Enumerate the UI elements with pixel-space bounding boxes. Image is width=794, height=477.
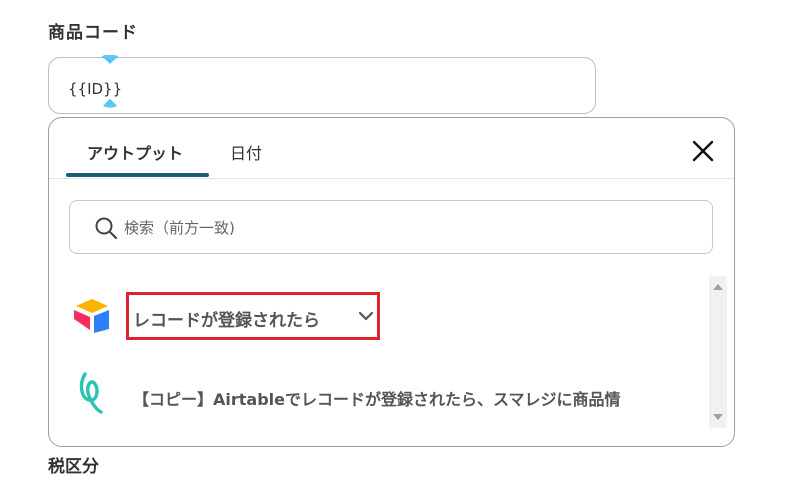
close-icon[interactable] [690, 138, 716, 164]
scroll-down-icon[interactable] [713, 414, 723, 420]
product-code-value: {{ID}} [68, 80, 123, 98]
active-tab-indicator [66, 173, 209, 177]
flow-label: 【コピー】Airtableでレコードが登録されたら、スマレジに商品情 [133, 390, 621, 409]
search-icon [95, 217, 118, 240]
scroll-up-icon[interactable] [713, 284, 723, 290]
cursor-handle-bottom-icon[interactable] [101, 98, 119, 108]
yoom-logo-icon [79, 372, 103, 414]
tab-output[interactable]: アウトプット [87, 140, 183, 164]
scrollbar[interactable] [709, 276, 727, 428]
tab-date[interactable]: 日付 [230, 140, 262, 164]
tab-bar: アウトプット 日付 [49, 118, 734, 179]
search-input[interactable] [122, 201, 686, 255]
chevron-down-icon[interactable] [358, 310, 374, 322]
product-code-label: 商品コード [48, 23, 138, 43]
tax-category-label: 税区分 [48, 457, 99, 477]
product-code-input[interactable]: {{ID}} [48, 55, 596, 114]
output-picker-panel: アウトプット 日付 レコードが登録されたら [48, 117, 735, 447]
trigger-item[interactable]: レコードが登録されたら [49, 276, 709, 356]
airtable-logo-icon [74, 299, 109, 333]
trigger-label: レコードが登録されたら [133, 311, 320, 331]
cursor-handle-top-icon[interactable] [101, 55, 119, 65]
flow-item[interactable]: 【コピー】Airtableでレコードが登録されたら、スマレジに商品情 [49, 364, 709, 428]
search-box[interactable] [69, 200, 713, 255]
output-list: レコードが登録されたら 【コピー】Airtableでレコードが登録されたら、スマ… [49, 276, 709, 446]
